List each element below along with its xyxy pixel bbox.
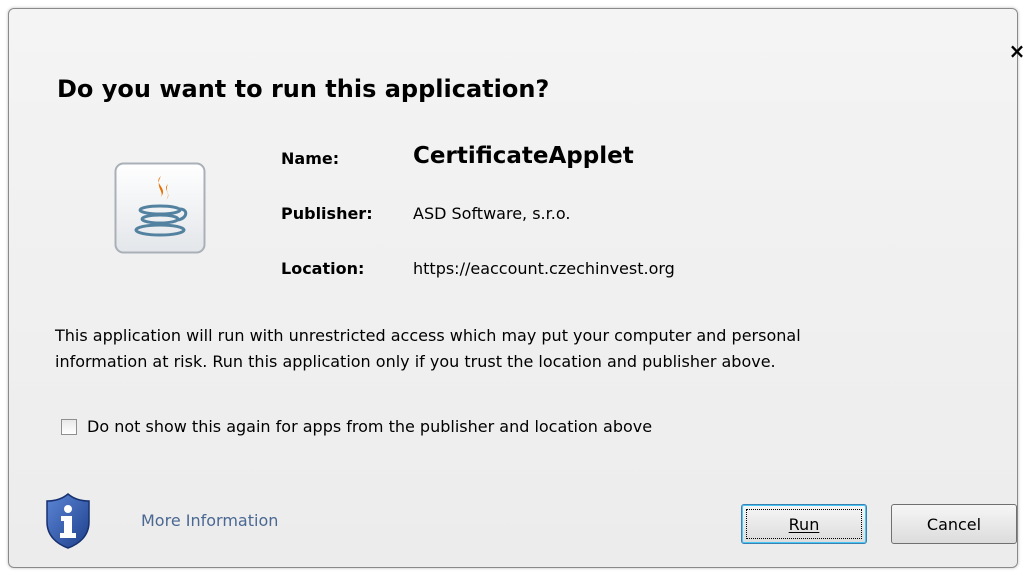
do-not-show-again-checkbox[interactable] — [61, 418, 77, 435]
close-icon[interactable]: × — [1005, 39, 1029, 63]
security-warning: This application will run with unrestric… — [55, 323, 995, 375]
focus-ring — [746, 509, 862, 539]
shield-info-icon — [46, 493, 90, 549]
dialog-title: Do you want to run this application? — [57, 75, 550, 103]
cancel-button-label: Cancel — [926, 514, 982, 534]
warning-line-2: information at risk. Run this applicatio… — [55, 352, 776, 371]
location-value: https://eaccount.czechinvest.org — [413, 259, 675, 278]
cancel-button[interactable]: Cancel — [891, 504, 1017, 544]
application-name: CertificateApplet — [413, 143, 634, 169]
run-button[interactable]: Run — [741, 504, 867, 544]
warning-line-1: This application will run with unrestric… — [55, 326, 801, 345]
do-not-show-again-label[interactable]: Do not show this again for apps from the… — [87, 417, 652, 436]
do-not-show-again-option[interactable]: Do not show this again for apps from the… — [61, 417, 652, 436]
run-application-dialog: × Do you want to run this application? N… — [8, 8, 1025, 568]
java-icon — [114, 162, 206, 254]
more-information-link[interactable]: More Information — [141, 511, 278, 530]
location-label: Location: — [281, 259, 365, 278]
name-label: Name: — [281, 149, 340, 168]
publisher-label: Publisher: — [281, 204, 373, 223]
publisher-value: ASD Software, s.r.o. — [413, 204, 571, 223]
